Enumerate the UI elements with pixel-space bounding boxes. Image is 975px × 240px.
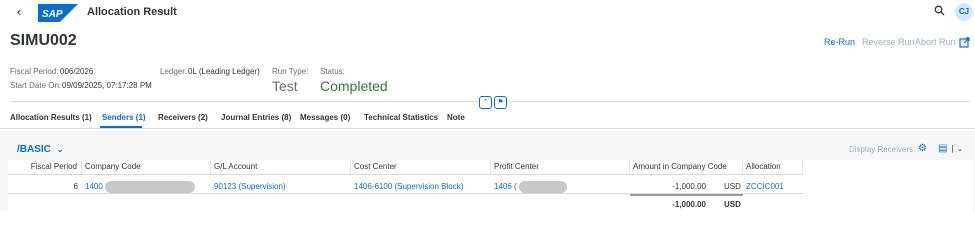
col-cost-center[interactable]: Cost Center bbox=[351, 160, 491, 174]
status-label: Status: bbox=[320, 67, 345, 76]
start-date-value: 09/09/2025, 07:17:28 PM bbox=[62, 81, 152, 90]
header-divider-left bbox=[10, 101, 478, 102]
status-value: Completed bbox=[320, 78, 388, 94]
shell-bar: ‹ SAP Allocation Result ⌄ CJ bbox=[0, 0, 975, 26]
export-icon[interactable]: ▤ | ⌄ bbox=[938, 143, 963, 154]
user-avatar[interactable]: CJ bbox=[955, 3, 973, 21]
run-type-value: Test bbox=[272, 78, 298, 94]
cell-company-code[interactable]: 1400 bbox=[85, 180, 103, 194]
chevron-down-icon[interactable]: ⌄ bbox=[158, 5, 166, 16]
redacted-blur bbox=[519, 181, 567, 193]
display-receivers-button[interactable]: Display Receivers bbox=[849, 145, 913, 154]
open-external-icon[interactable] bbox=[959, 35, 970, 53]
abort-run-button[interactable]: Abort Run bbox=[915, 37, 956, 47]
search-icon[interactable] bbox=[934, 5, 945, 19]
pin-header-button[interactable]: ⚑ bbox=[494, 96, 507, 109]
col-company-code[interactable]: Company Code bbox=[82, 160, 211, 174]
cell-fiscal-period: 6 bbox=[73, 182, 78, 191]
tab-receivers[interactable]: Receivers (2) bbox=[158, 113, 208, 122]
start-date-label: Start Date On: bbox=[10, 81, 62, 90]
cell-gl-account[interactable]: 90123 (Supervision) bbox=[214, 180, 286, 194]
svg-text:SAP: SAP bbox=[42, 9, 63, 20]
tab-journal-entries[interactable]: Journal Entries (8) bbox=[221, 113, 291, 122]
tab-note[interactable]: Note bbox=[447, 113, 465, 122]
cell-allocation-cycle[interactable]: ZCCIC001 bbox=[746, 180, 784, 194]
col-amount[interactable]: Amount in Company Code Cu... bbox=[630, 160, 743, 174]
total-currency: USD bbox=[724, 200, 741, 209]
chevron-down-icon: ⌄ bbox=[56, 145, 64, 154]
collapse-header-button[interactable]: ⌃ bbox=[479, 96, 492, 109]
sap-logo[interactable]: SAP bbox=[38, 4, 78, 22]
back-arrow-icon[interactable]: ‹ bbox=[17, 4, 21, 19]
run-type-label: Run Type: bbox=[272, 67, 309, 76]
col-fiscal-period[interactable]: Fiscal Period bbox=[8, 160, 82, 174]
chevron-down-icon: ⌄ bbox=[956, 144, 964, 153]
tabs-divider bbox=[0, 128, 975, 129]
total-line bbox=[630, 194, 743, 196]
gear-icon[interactable]: ⚙ bbox=[918, 143, 927, 154]
cell-amount: -1,000.00 bbox=[672, 182, 706, 191]
senders-table: Fiscal Period Company Code G/L Account C… bbox=[8, 160, 973, 211]
fiscal-period-label: Fiscal Period: bbox=[10, 67, 59, 76]
fiscal-period-value: 006/2026 bbox=[60, 67, 94, 76]
cell-profit-center[interactable]: 1406 ( bbox=[494, 180, 517, 194]
variant-selector[interactable]: /BASIC ⌄ bbox=[17, 144, 64, 155]
redacted-blur bbox=[105, 181, 195, 193]
tab-technical-statistics[interactable]: Technical Statistics bbox=[364, 113, 438, 122]
cell-currency: USD bbox=[724, 182, 741, 191]
total-amount: -1,000.00 bbox=[672, 200, 706, 209]
page-title: SIMU002 bbox=[10, 32, 77, 49]
col-gl-account[interactable]: G/L Account bbox=[211, 160, 351, 174]
reverse-run-button[interactable]: Reverse Run bbox=[862, 37, 915, 47]
tab-messages[interactable]: Messages (0) bbox=[300, 113, 350, 122]
header-row-divider bbox=[8, 174, 803, 175]
tab-allocation-results[interactable]: Allocation Results (1) bbox=[10, 113, 92, 122]
col-allocation-cycle[interactable]: Allocation Cycle bbox=[743, 160, 803, 174]
rerun-button[interactable]: Re-Run bbox=[824, 37, 855, 47]
cell-cost-center[interactable]: 1406-6100 (Supervision Block) bbox=[354, 180, 463, 194]
ledger-label: Ledger: bbox=[160, 67, 188, 76]
ledger-value: 0L (Leading Ledger) bbox=[188, 67, 260, 76]
tab-senders[interactable]: Senders (1) bbox=[102, 113, 146, 122]
header-divider-right bbox=[510, 101, 970, 102]
col-profit-center[interactable]: Profit Center bbox=[491, 160, 630, 174]
